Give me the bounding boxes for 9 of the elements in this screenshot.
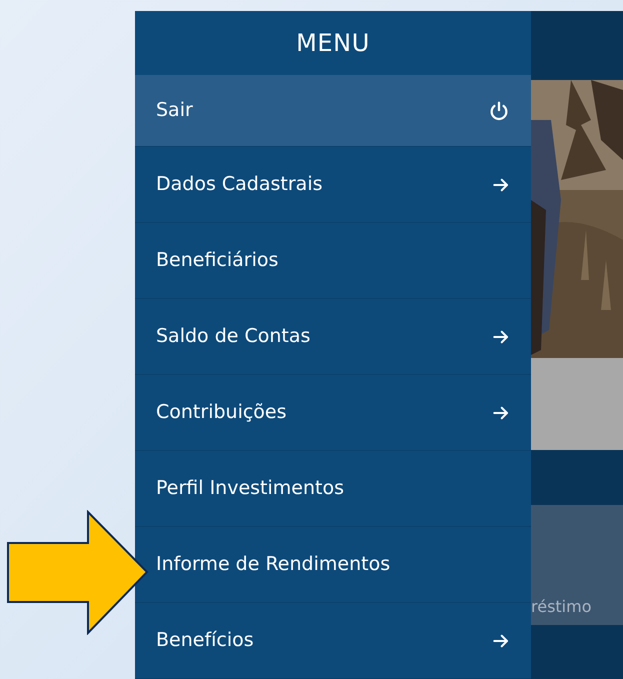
menu-item[interactable]: Sair bbox=[135, 75, 531, 147]
card-text: réstimo bbox=[531, 596, 592, 618]
power-icon bbox=[488, 100, 510, 122]
callout-arrow-icon bbox=[5, 510, 150, 635]
arrow-right-icon bbox=[492, 176, 510, 194]
arrow-right-icon bbox=[492, 328, 510, 346]
arrow-right-icon bbox=[492, 404, 510, 422]
arrow-right-icon bbox=[492, 632, 510, 650]
menu-title: MENU bbox=[296, 28, 370, 59]
